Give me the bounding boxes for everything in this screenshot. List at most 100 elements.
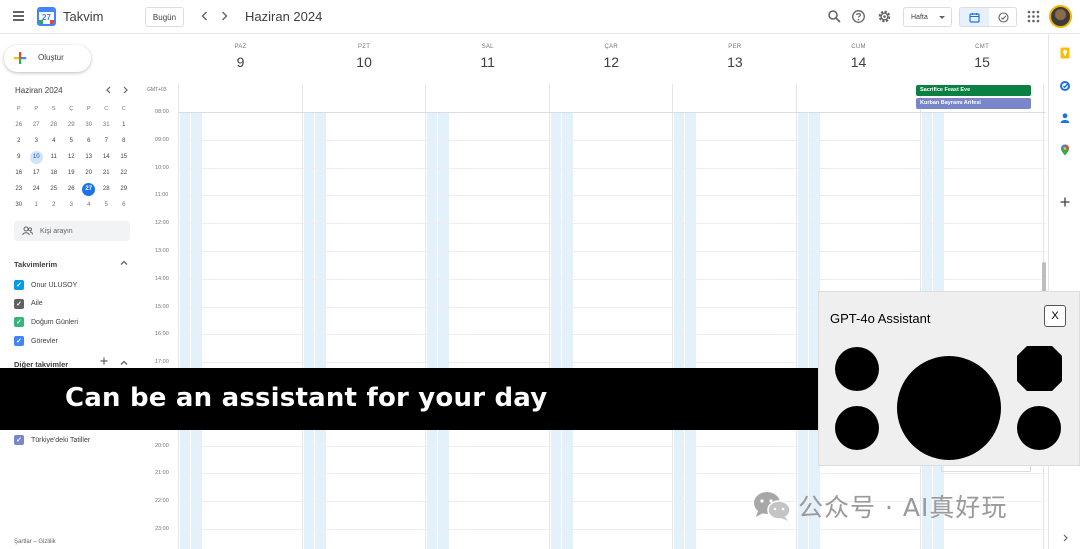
- people-search-input[interactable]: Kişi arayın: [14, 221, 130, 241]
- assistant-stop-button[interactable]: [1017, 346, 1062, 391]
- calendar-list-item[interactable]: ✓ Aile: [14, 298, 43, 310]
- mini-calendar-day[interactable]: 21: [98, 165, 116, 181]
- day-column-header[interactable]: PZT 10: [303, 44, 426, 70]
- day-date[interactable]: 9: [179, 54, 302, 70]
- mini-calendar-prev-button[interactable]: [104, 85, 114, 97]
- mini-calendar-day[interactable]: 24: [28, 181, 46, 197]
- mini-calendar-day[interactable]: 2: [45, 197, 63, 213]
- mini-calendar-day[interactable]: 28: [45, 117, 63, 133]
- mini-calendar-day[interactable]: 18: [45, 165, 63, 181]
- my-calendars-title[interactable]: Takvimlerim: [14, 260, 57, 269]
- calendar-view-toggle[interactable]: [960, 8, 989, 26]
- mini-calendar-day[interactable]: 22: [115, 165, 133, 181]
- day-date[interactable]: 15: [921, 54, 1044, 70]
- mini-calendar-day[interactable]: 26: [10, 117, 28, 133]
- day-column-header[interactable]: ÇAR 12: [550, 44, 673, 70]
- mini-calendar-day[interactable]: 17: [28, 165, 46, 181]
- mini-calendar-day[interactable]: 14: [98, 149, 116, 165]
- create-button[interactable]: Oluştur: [4, 45, 91, 72]
- apps-grid-icon[interactable]: [1026, 9, 1041, 24]
- mini-calendar-day[interactable]: 9: [10, 149, 28, 165]
- assistant-top-left-button[interactable]: [835, 347, 879, 391]
- mini-calendar-day[interactable]: 15: [115, 149, 133, 165]
- all-day-event-chip[interactable]: Kurban Bayramı Arifesi: [916, 98, 1031, 109]
- mini-calendar-day[interactable]: 3: [63, 197, 81, 213]
- mini-calendar-day[interactable]: 28: [98, 181, 116, 197]
- mini-calendar-day[interactable]: 12: [63, 149, 81, 165]
- mini-calendar-day[interactable]: 20: [80, 165, 98, 181]
- calendar-list-item[interactable]: ✓ Onur ULUSOY: [14, 279, 77, 291]
- footer-links[interactable]: Şartlar – Gizlilik: [14, 539, 56, 545]
- tasks-icon[interactable]: [1059, 79, 1071, 91]
- today-button[interactable]: Bugün: [145, 7, 184, 27]
- maps-icon[interactable]: [1059, 143, 1071, 156]
- main-menu-icon[interactable]: [11, 9, 27, 25]
- side-panel-expand-icon[interactable]: [1060, 530, 1072, 542]
- mini-calendar-day[interactable]: 25: [45, 181, 63, 197]
- search-icon[interactable]: [827, 9, 842, 24]
- mini-calendar-day[interactable]: 1: [28, 197, 46, 213]
- day-column-header[interactable]: CMT 15: [921, 44, 1044, 70]
- mini-calendar-next-button[interactable]: [120, 85, 130, 97]
- mini-calendar-day[interactable]: 30: [10, 197, 28, 213]
- calendar-logo-icon[interactable]: 27: [37, 7, 56, 26]
- settings-gear-icon[interactable]: [877, 9, 892, 24]
- mini-calendar-day[interactable]: 8: [115, 133, 133, 149]
- mini-calendar-day[interactable]: 6: [80, 133, 98, 149]
- checkbox-checked-icon[interactable]: ✓: [14, 298, 24, 309]
- mini-calendar-day[interactable]: 3: [28, 133, 46, 149]
- app-title[interactable]: Takvim: [63, 9, 103, 24]
- day-date[interactable]: 12: [550, 54, 673, 70]
- day-column-header[interactable]: PER 13: [673, 44, 796, 70]
- mini-calendar-day[interactable]: 26: [63, 181, 81, 197]
- calendar-list-item[interactable]: ✓ Doğum Günleri: [14, 316, 78, 328]
- mini-calendar-day[interactable]: 30: [80, 117, 98, 133]
- keep-icon[interactable]: [1059, 46, 1071, 59]
- mini-calendar-day[interactable]: 19: [63, 165, 81, 181]
- calendar-list-item[interactable]: ✓ Görevler: [14, 335, 58, 347]
- mini-calendar-day[interactable]: 11: [45, 149, 63, 165]
- mini-calendar-day[interactable]: 1: [115, 117, 133, 133]
- day-date[interactable]: 11: [426, 54, 549, 70]
- mini-calendar-day[interactable]: 23: [10, 181, 28, 197]
- my-calendars-collapse-button[interactable]: [119, 258, 129, 270]
- day-column-header[interactable]: CUM 14: [797, 44, 920, 70]
- mini-calendar-day[interactable]: 31: [98, 117, 116, 133]
- checkbox-checked-icon[interactable]: ✓: [14, 435, 24, 445]
- mini-calendar-day[interactable]: 10: [28, 149, 46, 165]
- checkbox-checked-icon[interactable]: ✓: [14, 317, 24, 328]
- mini-calendar-day[interactable]: 27: [28, 117, 46, 133]
- mini-calendar-day[interactable]: 5: [98, 197, 116, 213]
- view-selector[interactable]: Hafta: [903, 7, 952, 27]
- mini-calendar-day[interactable]: 29: [115, 181, 133, 197]
- assistant-close-button[interactable]: X: [1044, 305, 1066, 327]
- mini-calendar-day[interactable]: 2: [10, 133, 28, 149]
- mini-calendar-day[interactable]: 27: [80, 181, 98, 197]
- day-column-header[interactable]: PAZ 9: [179, 44, 302, 70]
- account-avatar[interactable]: [1049, 5, 1072, 28]
- mini-calendar-day[interactable]: 6: [115, 197, 133, 213]
- mini-calendar-day[interactable]: 13: [80, 149, 98, 165]
- all-day-event-chip[interactable]: Sacrifice Feast Eve: [916, 85, 1031, 96]
- mini-calendar-day[interactable]: 4: [80, 197, 98, 213]
- assistant-bottom-left-button[interactable]: [835, 406, 879, 450]
- day-column-header[interactable]: SAL 11: [426, 44, 549, 70]
- previous-week-button[interactable]: [198, 9, 212, 23]
- day-date[interactable]: 13: [673, 54, 796, 70]
- mini-calendar-day[interactable]: 16: [10, 165, 28, 181]
- next-week-button[interactable]: [217, 9, 231, 23]
- assistant-bottom-right-button[interactable]: [1017, 406, 1061, 450]
- add-other-calendar-button[interactable]: [99, 356, 109, 368]
- calendar-list-item[interactable]: ✓ Türkiye'deki Tatiller: [14, 434, 90, 446]
- add-addon-icon[interactable]: [1059, 195, 1071, 207]
- assistant-voice-orb[interactable]: [897, 356, 1001, 460]
- checkbox-checked-icon[interactable]: ✓: [14, 336, 24, 347]
- mini-calendar-day[interactable]: 7: [98, 133, 116, 149]
- checkbox-checked-icon[interactable]: ✓: [14, 280, 24, 290]
- help-icon[interactable]: [851, 9, 866, 24]
- mini-calendar-day[interactable]: 29: [63, 117, 81, 133]
- mini-calendar-day[interactable]: 4: [45, 133, 63, 149]
- tasks-view-toggle[interactable]: [989, 8, 1016, 26]
- day-date[interactable]: 10: [303, 54, 426, 70]
- day-date[interactable]: 14: [797, 54, 920, 70]
